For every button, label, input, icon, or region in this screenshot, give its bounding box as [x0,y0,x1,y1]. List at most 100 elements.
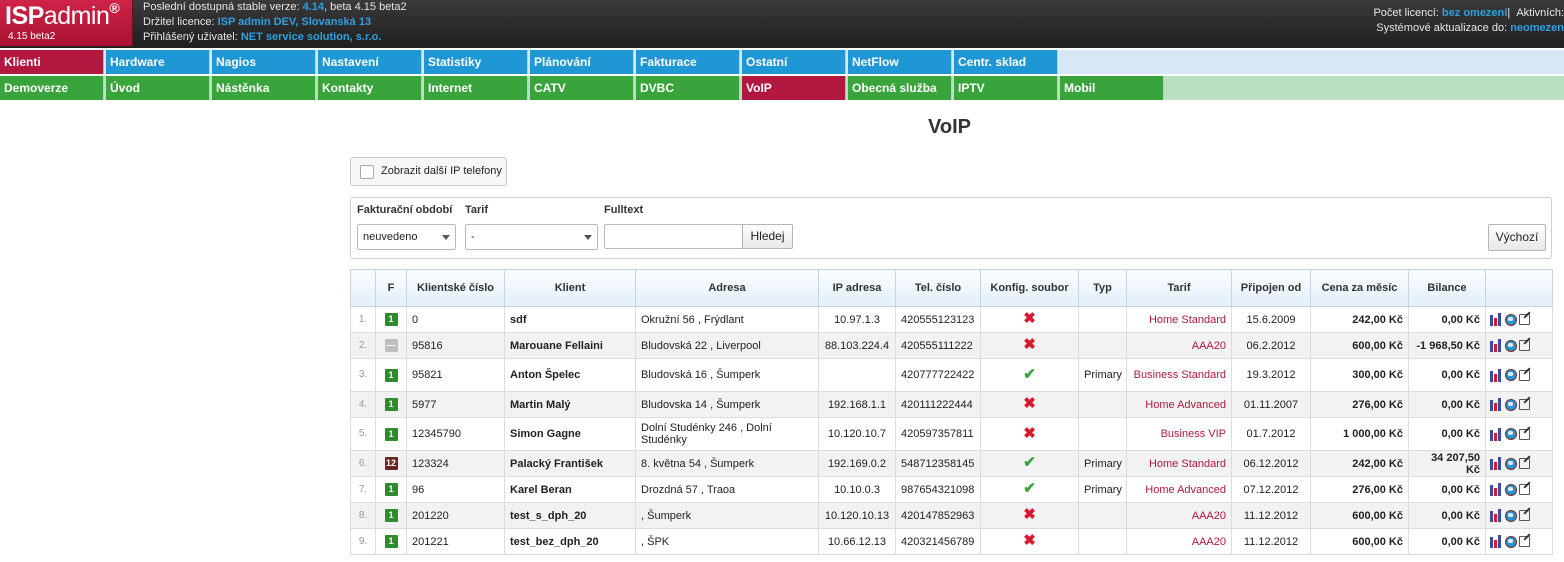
f-badge[interactable]: 12 [384,457,398,470]
submenu-dvbc[interactable]: DVBC [636,76,740,100]
edit-icon[interactable] [1519,510,1530,521]
submenu-voip[interactable]: VoIP [742,76,846,100]
menu-planovani[interactable]: Plánování [530,50,634,74]
edit-icon[interactable] [1519,536,1530,547]
table-row[interactable]: 5. 1 12345790 Simon Gagne Dolní Studénky 246… [350,417,1553,451]
tariff[interactable]: AAA20 [1126,332,1232,359]
table-row[interactable]: 4. 1 5977 Martin Malý Bludovska 14 , Šumperk… [350,391,1553,418]
submenu-iptv[interactable]: IPTV [954,76,1058,100]
stats-icon[interactable] [1490,483,1503,496]
submenu-internet[interactable]: Internet [424,76,528,100]
client-name[interactable]: Karel Beran [504,476,636,503]
globe-icon[interactable] [1505,339,1517,352]
menu-netflow[interactable]: NetFlow [848,50,952,74]
show-more-phones-toggle[interactable]: Zobrazit další IP telefony [350,157,507,186]
submenu-uvod[interactable]: Úvod [106,76,210,100]
table-row[interactable]: 3. 1 95821 Anton Špelec Bludovská 16 , Šumpe… [350,358,1553,392]
stats-icon[interactable] [1490,398,1503,411]
menu-nagios[interactable]: Nagios [212,50,316,74]
col-tariff[interactable]: Tarif [1126,269,1232,307]
f-badge[interactable]: 1 [384,313,398,326]
table-row[interactable]: 8. 1 201220 test_s_dph_20, Šumperk 10.120.10… [350,502,1553,529]
edit-icon[interactable] [1519,399,1530,410]
client-name[interactable]: Anton Špelec [504,358,636,392]
col-address[interactable]: Adresa [635,269,819,307]
stable-version-link[interactable]: 4.14 [303,1,324,13]
table-row[interactable]: 9. 1 201221 test_bez_dph_20, ŠPK 10.66.12.13… [350,528,1553,555]
col-phone[interactable]: Tel. číslo [895,269,981,307]
col-type[interactable]: Typ [1078,269,1127,307]
tariff[interactable]: AAA20 [1126,528,1232,555]
col-client-number[interactable]: Klientské číslo [406,269,505,307]
menu-klienti[interactable]: Klienti [0,50,104,74]
table-row[interactable]: 6. 12 123324 Palacký František 8. května 54 … [350,450,1553,477]
f-badge[interactable]: — [384,339,398,352]
edit-icon[interactable] [1519,428,1530,440]
col-client[interactable]: Klient [504,269,636,307]
submenu-catv[interactable]: CATV [530,76,634,100]
col-ip[interactable]: IP adresa [818,269,896,307]
menu-fakturace[interactable]: Fakturace [636,50,740,74]
tariff[interactable]: Home Standard [1126,450,1232,477]
show-more-phones-checkbox[interactable] [360,165,374,179]
globe-icon[interactable] [1505,483,1517,496]
edit-icon[interactable] [1519,369,1530,381]
default-button[interactable]: Výchozí [1488,224,1546,251]
globe-icon[interactable] [1505,428,1517,440]
col-f[interactable]: F [375,269,407,307]
tariff[interactable]: AAA20 [1126,502,1232,529]
fulltext-input[interactable] [604,224,743,249]
edit-icon[interactable] [1519,314,1530,325]
tariff[interactable]: Home Advanced [1126,476,1232,503]
submenu-demoverze[interactable]: Demoverze [0,76,104,100]
edit-icon[interactable] [1519,484,1530,495]
menu-ostatni[interactable]: Ostatní [742,50,846,74]
f-badge[interactable]: 1 [384,509,398,522]
client-name[interactable]: Simon Gagne [504,417,636,451]
tariff[interactable]: Business VIP [1126,417,1232,451]
col-connected-since[interactable]: Připojen od [1231,269,1311,307]
submenu-obecna-sluzba[interactable]: Obecná služba [848,76,952,100]
client-name[interactable]: Palacký František [504,450,636,477]
tariff[interactable]: Home Standard [1126,306,1232,333]
menu-centr-sklad[interactable]: Centr. sklad [954,50,1058,74]
col-monthly-price[interactable]: Cena za měsíc [1310,269,1409,307]
submenu-kontakty[interactable]: Kontakty [318,76,422,100]
table-row[interactable]: 2. — 95816 Marouane Fellaini Bludovská 22 , … [350,332,1553,359]
globe-icon[interactable] [1505,313,1517,326]
f-badge[interactable]: 1 [384,398,398,411]
menu-hardware[interactable]: Hardware [106,50,210,74]
globe-icon[interactable] [1505,535,1517,548]
submenu-mobil[interactable]: Mobil [1060,76,1164,100]
search-button[interactable]: Hledej [742,224,793,249]
menu-nastaveni[interactable]: Nastavení [318,50,422,74]
client-name[interactable]: Marouane Fellaini [504,332,636,359]
ispadmin-logo[interactable]: ISPadmin® 4.15 beta2 [0,0,133,46]
client-name[interactable]: Martin Malý [504,391,636,418]
stats-icon[interactable] [1490,368,1503,382]
client-name[interactable]: test_bez_dph_20 [504,528,636,555]
edit-icon[interactable] [1519,340,1530,351]
stats-icon[interactable] [1490,457,1503,470]
globe-icon[interactable] [1505,398,1517,411]
period-select[interactable]: neuvedeno [357,224,456,250]
stats-icon[interactable] [1490,339,1503,352]
client-name[interactable]: test_s_dph_20 [504,502,636,529]
tariff[interactable]: Business Standard [1126,358,1232,392]
globe-icon[interactable] [1505,509,1517,522]
menu-statistiky[interactable]: Statistiky [424,50,528,74]
table-row[interactable]: 1. 1 0 sdf Okružní 56 , Frýdlant 10.97.1.3 420… [350,306,1553,333]
stats-icon[interactable] [1490,427,1503,441]
f-badge[interactable]: 1 [384,535,398,548]
client-name[interactable]: sdf [504,306,636,333]
col-config[interactable]: Konfig. soubor [980,269,1079,307]
stats-icon[interactable] [1490,509,1503,522]
col-balance[interactable]: Bilance [1408,269,1486,307]
f-badge[interactable]: 1 [384,427,398,441]
stats-icon[interactable] [1490,313,1503,326]
tariff[interactable]: Home Advanced [1126,391,1232,418]
globe-icon[interactable] [1505,457,1517,470]
f-badge[interactable]: 1 [384,368,398,382]
license-holder[interactable]: ISP admin DEV, Slovanská 13 [218,16,371,28]
tariff-select[interactable]: - [465,224,598,250]
